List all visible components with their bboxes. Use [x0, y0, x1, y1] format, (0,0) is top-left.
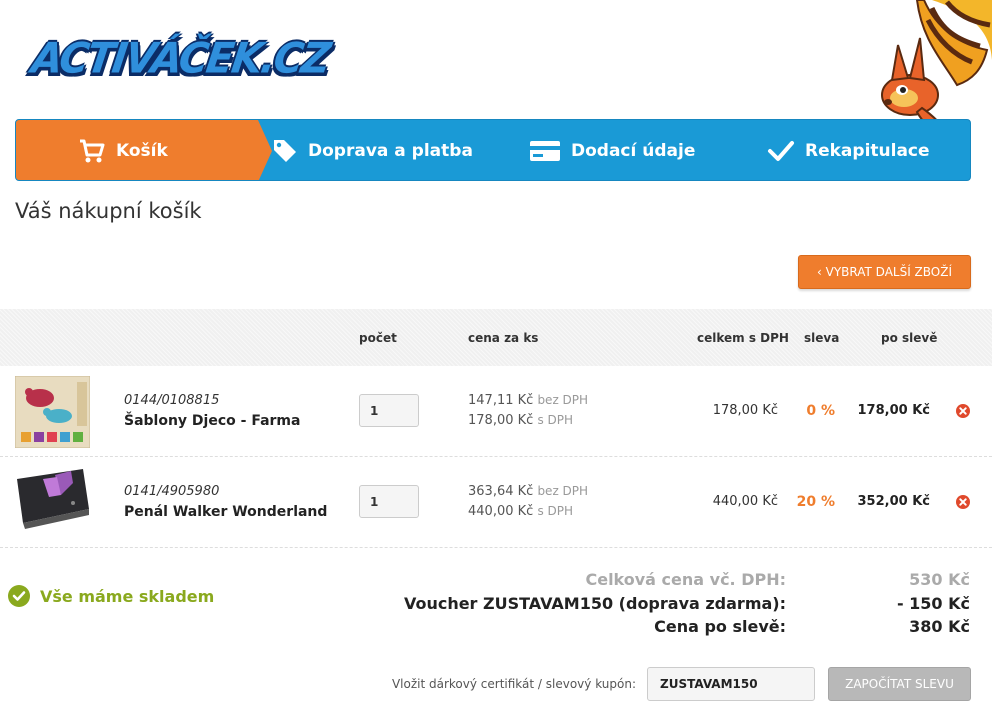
row-total: 440,00 Kč — [712, 494, 778, 509]
row-after-discount: 178,00 Kč — [857, 403, 930, 418]
stock-status-text: Vše máme skladem — [40, 586, 215, 606]
product-image[interactable] — [15, 376, 90, 448]
price-inc-vat: 440,00 Kč s DPH — [468, 504, 573, 519]
step-shipping-label: Doprava a platba — [308, 141, 473, 161]
step-delivery-label: Dodací údaje — [571, 141, 696, 161]
coupon-label: Vložit dárkový certifikát / slevový kupó… — [391, 677, 636, 691]
summary-total-label: Celková cena vč. DPH: — [585, 570, 786, 589]
header-discount: sleva — [804, 330, 840, 345]
header-unit-price: cena za ks — [468, 330, 539, 345]
squirrel-mascot-image — [881, 0, 992, 135]
price-ex-vat-note: bez DPH — [537, 393, 589, 407]
summary-voucher-label: Voucher ZUSTAVAM150 (doprava zdarma): — [403, 594, 786, 613]
step-delivery[interactable]: Dodací údaje — [529, 120, 696, 180]
step-summary-label: Rekapitulace — [805, 141, 930, 161]
tag-icon — [274, 140, 296, 162]
row-total: 178,00 Kč — [712, 403, 778, 418]
card-icon — [530, 141, 560, 161]
product-image[interactable] — [15, 465, 90, 537]
cart-icon — [80, 139, 105, 163]
price-inc-vat-note: s DPH — [537, 504, 574, 518]
step-active-arrow — [258, 120, 272, 180]
product-name[interactable]: Šablony Djeco - Farma — [124, 413, 300, 429]
row-discount: 20 % — [796, 494, 835, 510]
check-circle-icon — [8, 585, 30, 607]
check-icon — [768, 141, 794, 161]
price-inc-vat-note: s DPH — [537, 413, 574, 427]
logo-text: ACTIVÁČEK.CZ — [28, 34, 332, 84]
quantity-input[interactable]: 1 — [359, 485, 419, 518]
price-ex-vat: 147,11 Kč bez DPH — [468, 393, 588, 408]
price-inc-vat: 178,00 Kč s DPH — [468, 413, 573, 428]
quantity-input[interactable]: 1 — [359, 394, 419, 427]
cart-table-header: počet cena za ks celkem s DPH sleva po s… — [0, 309, 992, 366]
price-ex-vat-value: 363,64 Kč — [468, 484, 534, 499]
cart-row: 0141/4905980 Penál Walker Wonderland 1 3… — [0, 457, 992, 548]
header-qty: počet — [359, 330, 397, 345]
product-code: 0141/4905980 — [124, 484, 220, 499]
price-ex-vat-note: bez DPH — [537, 484, 589, 498]
site-logo[interactable]: ACTIVÁČEK.CZ — [29, 30, 332, 90]
apply-discount-button[interactable]: ZAPOČÍTAT SLEVU — [828, 667, 971, 701]
summary-final-value: 380 Kč — [909, 617, 970, 636]
summary-voucher-value: - 150 Kč — [896, 594, 970, 613]
checkout-steps: Košík Doprava a platba Dodací údaje Reka… — [15, 119, 971, 181]
remove-item-icon[interactable] — [956, 495, 970, 509]
price-ex-vat: 363,64 Kč bez DPH — [468, 484, 588, 499]
summary-total-value: 530 Kč — [909, 570, 970, 589]
row-discount: 0 % — [806, 403, 835, 419]
product-name[interactable]: Penál Walker Wonderland — [124, 504, 327, 520]
row-after-discount: 352,00 Kč — [857, 494, 930, 509]
stock-status: Vše máme skladem — [8, 585, 214, 607]
cart-row: 0144/0108815 Šablony Djeco - Farma 1 147… — [0, 366, 992, 457]
header-after-discount: po slevě — [881, 330, 938, 345]
remove-item-icon[interactable] — [956, 404, 970, 418]
price-inc-vat-value: 440,00 Kč — [468, 504, 534, 519]
continue-shopping-button[interactable]: ‹ VYBRAT DALŠÍ ZBOŽÍ — [798, 255, 971, 289]
step-summary[interactable]: Rekapitulace — [767, 120, 930, 180]
step-cart[interactable]: Košík — [78, 120, 168, 180]
step-cart-label: Košík — [116, 141, 168, 161]
step-shipping[interactable]: Doprava a platba — [272, 120, 473, 180]
page-title: Váš nákupní košík — [15, 199, 202, 223]
price-inc-vat-value: 178,00 Kč — [468, 413, 534, 428]
price-ex-vat-value: 147,11 Kč — [468, 393, 534, 408]
summary-final-label: Cena po slevě: — [654, 617, 786, 636]
coupon-input[interactable]: ZUSTAVAM150 — [647, 667, 815, 701]
product-code: 0144/0108815 — [124, 393, 220, 408]
header-total: celkem s DPH — [697, 330, 789, 345]
